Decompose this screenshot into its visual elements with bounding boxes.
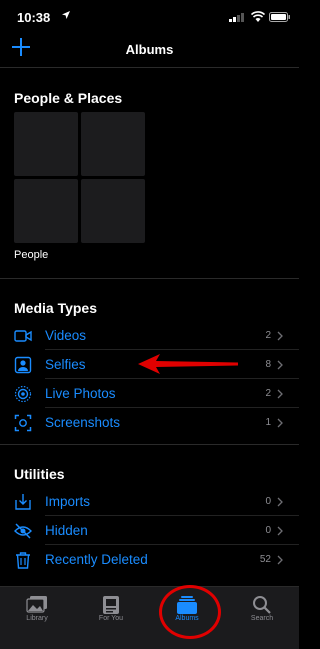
search-icon [253,596,271,614]
section-title-utilities: Utilities [14,466,65,482]
location-arrow-icon [62,11,70,19]
live-photo-icon [14,385,32,403]
divider [0,278,299,279]
album-label: Live Photos [45,386,116,401]
divider [0,67,299,68]
page-title: Albums [125,42,174,57]
section-title-media-types: Media Types [14,300,97,316]
tab-label: Search [250,615,274,622]
tab-for-you[interactable]: For You [74,587,148,649]
people-thumbnail [14,179,78,243]
chevron-right-icon [277,360,283,370]
hidden-icon [14,523,32,539]
tab-label: Library [26,615,48,622]
album-count: 0 [265,525,271,536]
tab-label: For You [98,615,124,622]
album-row-hidden[interactable]: Hidden 0 [0,517,299,545]
tab-library[interactable]: Library [0,587,74,649]
chevron-right-icon [277,418,283,428]
album-label: Imports [45,494,91,509]
albums-content[interactable]: People & Places People Media Types Video… [0,66,299,586]
chevron-right-icon [277,555,283,565]
album-count: 2 [265,330,271,341]
people-label: People [14,249,49,261]
album-count: 8 [265,359,271,370]
album-label: Videos [45,328,87,343]
cellular-signal-icon [229,13,244,22]
navigation-bar: Albums [0,34,299,66]
album-label: Recently Deleted [45,552,148,567]
tab-search[interactable]: Search [225,587,299,649]
chevron-right-icon [277,497,283,507]
people-thumbnail [81,179,145,243]
annotation-arrow [138,354,238,374]
chevron-right-icon [277,389,283,399]
album-label: Hidden [45,523,88,538]
section-title-people-places: People & Places [14,90,123,106]
wifi-icon [251,11,265,22]
library-icon [26,596,47,613]
chevron-right-icon [277,331,283,341]
divider [0,444,299,445]
screenshot-icon [14,414,32,432]
chevron-right-icon [277,526,283,536]
battery-icon [269,12,290,22]
selfie-icon [14,356,32,374]
people-thumbnail [14,112,78,176]
people-thumbnail [81,112,145,176]
trash-icon [16,552,30,569]
annotation-circle [159,585,221,639]
album-row-screenshots[interactable]: Screenshots 1 [0,409,299,437]
album-count: 52 [259,554,271,565]
import-icon [15,494,31,510]
album-row-recently-deleted[interactable]: Recently Deleted 52 [0,546,299,574]
album-row-live-photos[interactable]: Live Photos 2 [0,380,299,408]
album-row-videos[interactable]: Videos 2 [0,322,299,350]
album-row-imports[interactable]: Imports 0 [0,488,299,516]
album-label: Selfies [45,357,86,372]
tab-bar: Library For You Albums Search [0,586,299,649]
status-time: 10:38 [17,10,51,25]
album-label: Screenshots [45,415,121,430]
for-you-icon [103,596,119,614]
album-count: 1 [265,417,271,428]
album-count: 2 [265,388,271,399]
video-icon [14,330,32,342]
album-count: 0 [265,496,271,507]
status-bar: 10:38 [0,0,299,34]
